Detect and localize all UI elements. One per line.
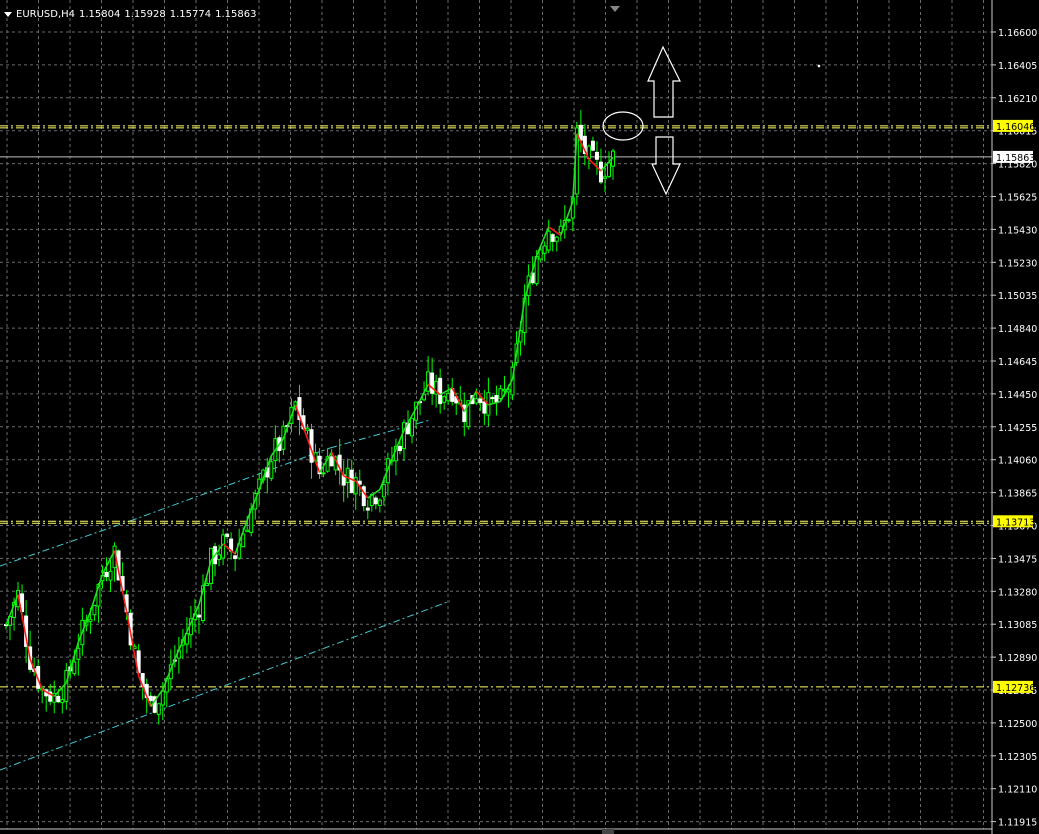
candle-body: [217, 554, 222, 561]
candle-body: [156, 703, 161, 715]
candle-body: [410, 417, 415, 437]
candle-body: [397, 445, 402, 452]
y-tick-label: 1.15625: [998, 193, 1037, 204]
y-tick-label: 1.14450: [998, 390, 1037, 401]
candle-body: [478, 398, 483, 403]
candle-body: [490, 397, 495, 400]
candle-body: [321, 472, 326, 475]
candle-body: [329, 456, 334, 467]
y-tick-label: 1.14840: [998, 324, 1037, 335]
y-tick-label: 1.13280: [998, 587, 1037, 598]
y-tick-label: 1.11915: [998, 818, 1037, 829]
candle-body: [498, 388, 503, 399]
candle-body: [88, 618, 93, 622]
candle-body: [590, 140, 595, 151]
candle-body: [72, 661, 77, 675]
ma-segment: [492, 401, 497, 405]
candle-body: [538, 249, 543, 260]
candle-body: [245, 529, 250, 533]
ohlc-open: 1.15804: [79, 9, 121, 20]
candle-body: [365, 507, 370, 511]
ohlc-low: 1.15774: [169, 9, 212, 20]
y-tick-label: 1.12500: [998, 719, 1037, 730]
symbol-timeframe: EURUSD,H4: [16, 9, 76, 20]
price-label: 1.13713: [996, 517, 1035, 528]
candle-body: [196, 614, 201, 618]
candle-body: [442, 396, 447, 403]
y-tick-label: 1.16210: [998, 94, 1037, 105]
candle-body: [305, 427, 310, 431]
candle-body: [104, 572, 109, 578]
chart-canvas[interactable]: 1.166001.164051.162101.160151.158201.156…: [0, 0, 1039, 834]
candle-body: [482, 401, 487, 414]
y-tick-label: 1.14645: [998, 357, 1037, 368]
candle-body: [349, 469, 354, 493]
candle-body: [205, 583, 209, 587]
y-tick-label: 1.13865: [998, 489, 1037, 500]
candle-body: [401, 422, 406, 450]
y-tick-label: 1.13085: [998, 620, 1037, 631]
candle-body: [148, 695, 153, 702]
candle-body: [76, 647, 81, 660]
candle-body: [598, 161, 603, 183]
y-tick-label: 1.15230: [998, 258, 1037, 269]
y-tick-label: 1.14060: [998, 456, 1037, 467]
candle-body: [345, 467, 350, 484]
candle-body: [64, 669, 69, 702]
ma-segment: [488, 402, 493, 406]
y-tick-label: 1.12890: [998, 653, 1037, 664]
y-tick-label: 1.12110: [998, 785, 1037, 796]
y-tick-label: 1.14255: [998, 423, 1037, 434]
price-label: 1.16046: [996, 122, 1035, 133]
candle-body: [566, 219, 571, 222]
price-label: 1.12736: [996, 683, 1035, 694]
y-tick-label: 1.13475: [998, 554, 1037, 565]
candle-body: [92, 605, 97, 616]
candle-body: [430, 372, 435, 394]
candle-body: [108, 570, 113, 581]
ohlc-close: 1.15863: [215, 9, 257, 20]
candle-body: [426, 371, 431, 392]
candle-body: [462, 404, 467, 423]
chart-menu-triangle-icon[interactable]: [4, 11, 12, 17]
candle-body: [607, 162, 611, 177]
candle-body: [446, 392, 451, 402]
candle-body: [594, 151, 599, 160]
price-label: 1.15863: [996, 153, 1035, 164]
candle-body: [494, 395, 499, 403]
candle-body: [357, 480, 362, 485]
y-tick-label: 1.15035: [998, 291, 1037, 302]
dot-marker: [817, 64, 821, 68]
candle-body: [377, 499, 382, 507]
y-tick-label: 1.15430: [998, 225, 1037, 236]
candle-body: [474, 398, 479, 404]
candle-body: [233, 555, 238, 560]
candle-body: [554, 236, 559, 242]
candle-body: [546, 230, 551, 251]
candle-body: [56, 695, 61, 703]
scroll-marker[interactable]: [602, 829, 614, 834]
candle-body: [225, 533, 230, 538]
chart-header: EURUSD,H4 1.15804 1.15928 1.15774 1.15863: [4, 9, 260, 20]
candle-body: [381, 484, 386, 498]
candle-body: [542, 245, 547, 254]
y-tick-label: 1.16405: [998, 61, 1037, 72]
candle-body: [550, 234, 555, 242]
ohlc-high: 1.15928: [124, 9, 166, 20]
y-tick-label: 1.16600: [998, 28, 1037, 39]
candle-body: [60, 699, 65, 704]
ma-segment: [496, 400, 501, 404]
candle-body: [269, 461, 274, 479]
candle-body: [438, 377, 443, 405]
candle-body: [160, 690, 165, 706]
y-tick-label: 1.12305: [998, 752, 1037, 763]
candle-body: [602, 176, 607, 179]
candle-body: [578, 124, 583, 141]
candle-body: [373, 497, 378, 505]
